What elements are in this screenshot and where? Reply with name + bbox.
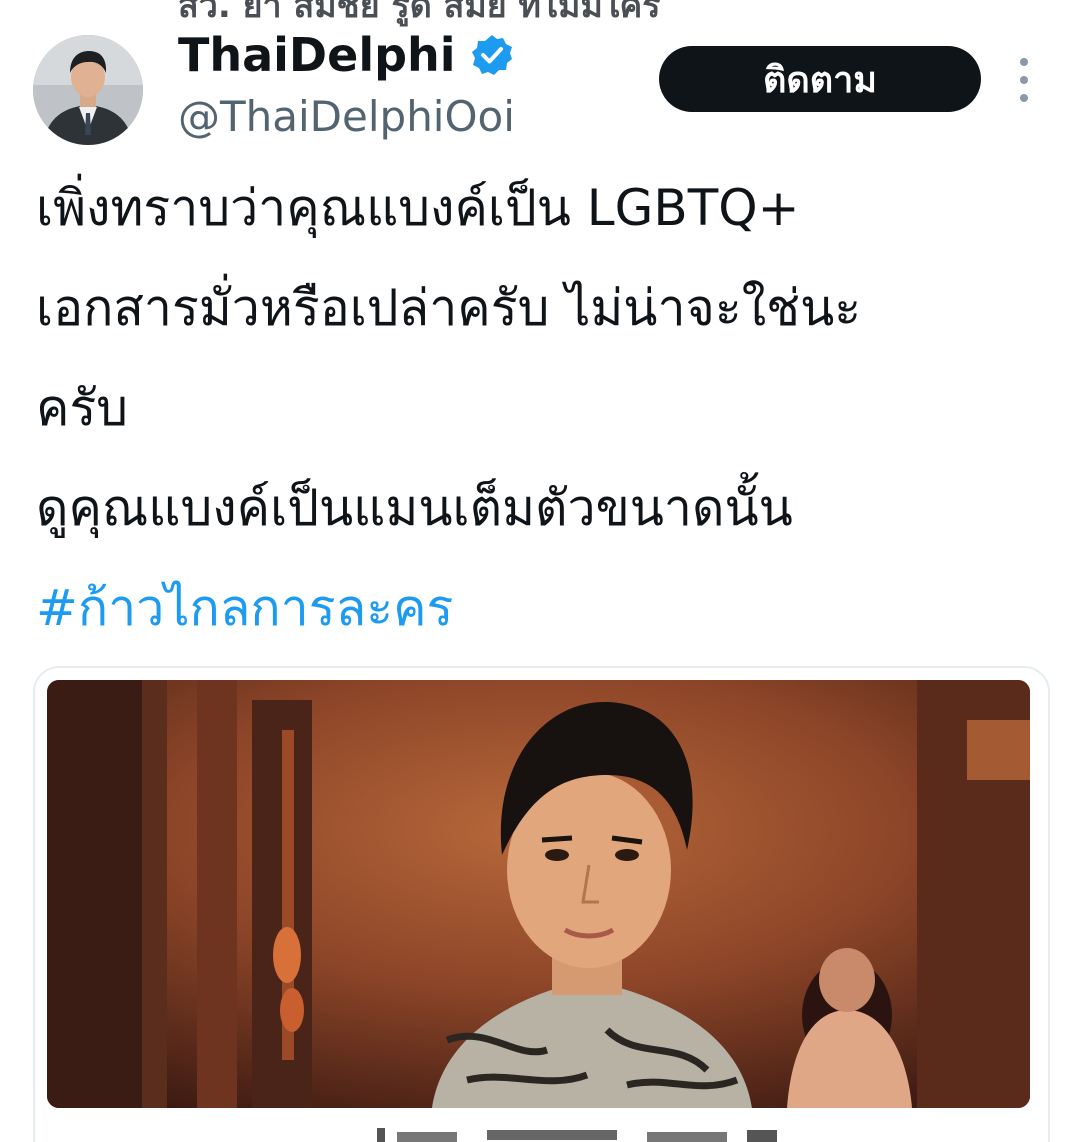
follow-button[interactable]: ติดตาม [659, 46, 981, 112]
tweet-line: เอกสารมั่วหรือเปล่าครับ ไม่น่าจะใช่นะ [36, 279, 862, 337]
media-card[interactable] [33, 666, 1050, 1142]
tweet-line: เพิ่งทราบว่าคุณแบงค์เป็น LGBTQ+ [36, 179, 800, 237]
verified-badge-icon [470, 33, 514, 77]
user-handle[interactable]: @ThaiDelphiOoi [178, 92, 515, 141]
avatar-photo [33, 35, 143, 145]
hashtag-link[interactable]: #ก้าวไกลการละคร [36, 558, 1046, 658]
display-name[interactable]: ThaiDelphi [178, 28, 456, 82]
more-options-icon[interactable] [1010, 58, 1038, 102]
tweet-line: ดูคุณแบงค์เป็นแมนเต็มตัวขนาดนั้น [36, 479, 793, 537]
tweet-page: สว. ย้ำ สมชัย รู้ดี สมัย ที่ไม่มีใคร Tha… [0, 0, 1080, 1142]
media-caption-strip [47, 1116, 1030, 1142]
display-name-row: ThaiDelphi [178, 28, 514, 82]
tweet-line: ครับ [36, 379, 129, 437]
tweet-text: เพิ่งทราบว่าคุณแบงค์เป็น LGBTQ+ เอกสารมั… [36, 158, 1046, 658]
media-photo[interactable] [47, 680, 1030, 1108]
avatar[interactable] [33, 35, 143, 145]
